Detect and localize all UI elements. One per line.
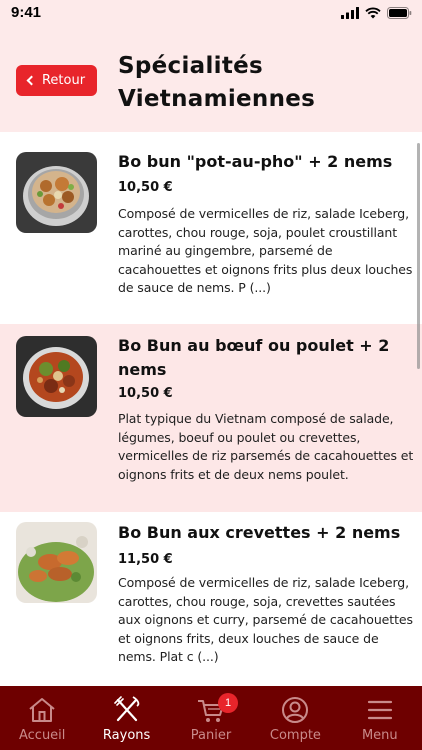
home-icon: [29, 698, 55, 722]
list-item[interactable]: Bo Bun aux crevettes + 2 nems 11,50 € Co…: [0, 512, 422, 686]
tab-label: Compte: [269, 728, 321, 743]
item-price: 10,50 €: [118, 180, 173, 195]
tab-label: Accueil: [18, 728, 66, 743]
tab-bar: Accueil Rayons 1 Panier Compte Menu: [0, 686, 422, 750]
tab-accueil[interactable]: Accueil: [0, 686, 84, 750]
product-image: [16, 522, 97, 603]
back-button-label: Retour: [41, 73, 86, 88]
page-title: Spécialités Vietnamiennes: [118, 53, 316, 112]
hamburger-icon: [367, 700, 392, 720]
item-title: Bo Bun au bœuf ou poulet + 2 nems: [118, 336, 390, 379]
product-image: [16, 152, 97, 233]
item-title: Bo Bun aux crevettes + 2 nems: [118, 523, 401, 542]
signal-icon: [341, 7, 359, 19]
tab-label: Rayons: [102, 728, 151, 743]
status-time: 9:41: [11, 4, 42, 21]
tab-panier[interactable]: 1 Panier: [169, 686, 253, 750]
battery-icon: [387, 7, 412, 19]
item-description: Composé de vermicelles de riz, salade Ic…: [118, 575, 413, 665]
item-price: 11,50 €: [118, 552, 173, 567]
header: Retour Spécialités Vietnamiennes: [0, 28, 422, 132]
item-title: Bo bun "pot-au-pho" + 2 nems: [118, 152, 393, 171]
user-icon: [282, 697, 309, 723]
product-list[interactable]: Bo bun "pot-au-pho" + 2 nems 10,50 € Com…: [0, 132, 422, 686]
item-description: Composé de vermicelles de riz, salade Ic…: [118, 206, 413, 296]
status-bar: 9:41: [0, 0, 422, 28]
back-button[interactable]: Retour: [16, 65, 97, 96]
tab-compte[interactable]: Compte: [253, 686, 337, 750]
scrollbar[interactable]: [417, 143, 420, 369]
tab-menu[interactable]: Menu: [338, 686, 422, 750]
list-item[interactable]: Bo bun "pot-au-pho" + 2 nems 10,50 € Com…: [0, 132, 422, 324]
product-image: [16, 336, 97, 417]
tab-label: Panier: [190, 728, 232, 743]
item-description: Plat typique du Vietnam composé de salad…: [118, 411, 414, 482]
fork-knife-icon: [113, 696, 139, 722]
chevron-left-icon: [26, 75, 37, 86]
cart-badge: 1: [218, 693, 239, 713]
item-price: 10,50 €: [118, 386, 173, 401]
tab-rayons[interactable]: Rayons: [84, 686, 168, 750]
status-icons: [341, 6, 412, 20]
wifi-icon: [365, 7, 381, 19]
list-item[interactable]: Bo Bun au bœuf ou poulet + 2 nems 10,50 …: [0, 324, 422, 512]
tab-label: Menu: [361, 728, 398, 743]
